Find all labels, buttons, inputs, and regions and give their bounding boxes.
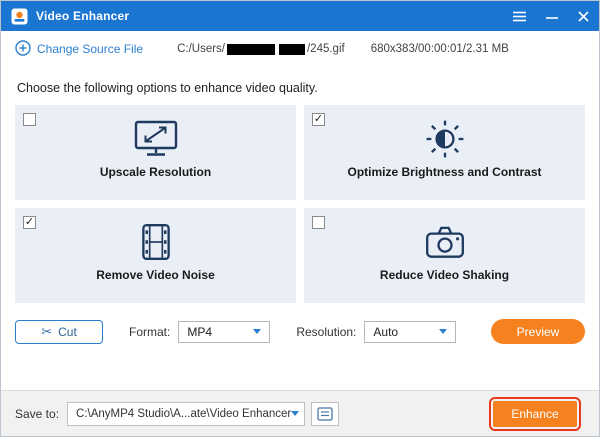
instruction-text: Choose the following options to enhance … — [17, 81, 318, 95]
video-enhancer-window: Video Enhancer Change Source File C:/Use… — [0, 0, 600, 437]
change-source-file-button[interactable]: Change Source File — [15, 39, 144, 59]
change-source-file-label: Change Source File — [37, 42, 144, 56]
cut-button[interactable]: ✂ Cut — [15, 319, 103, 344]
source-bar: Change Source File C:/Users/ /245.gif 68… — [1, 31, 599, 67]
checkbox-upscale-resolution[interactable] — [23, 113, 36, 126]
redacted-text-block — [226, 43, 275, 55]
option-card-upscale-resolution[interactable]: Upscale Resolution — [15, 105, 296, 200]
footer-bar: Save to: C:\AnyMP4 Studio\A...ate\Video … — [1, 390, 599, 436]
option-card-optimize-brightness[interactable]: Optimize Brightness and Contrast — [304, 105, 585, 200]
controls-row: ✂ Cut Format: MP4 Resolution: Auto Previ… — [15, 319, 585, 344]
chevron-down-icon — [291, 411, 300, 416]
titlebar-buttons — [513, 10, 589, 22]
checkbox-optimize-brightness[interactable] — [312, 113, 325, 126]
save-path-value: C:\AnyMP4 Studio\A...ate\Video Enhancer — [76, 407, 292, 420]
enhance-button[interactable]: Enhance — [489, 396, 581, 431]
window-title: Video Enhancer — [36, 9, 130, 23]
resolution-dropdown[interactable]: Auto — [364, 320, 457, 343]
options-grid: Upscale Resolution Optimize Bright — [15, 105, 585, 303]
option-label: Reduce Video Shaking — [379, 268, 510, 282]
chevron-down-icon — [253, 329, 262, 334]
notepad-icon — [317, 406, 333, 421]
cut-label: Cut — [58, 324, 77, 339]
option-card-reduce-shaking[interactable]: Reduce Video Shaking — [304, 208, 585, 303]
save-path-dropdown[interactable]: C:\AnyMP4 Studio\A...ate\Video Enhancer — [67, 401, 306, 426]
option-label: Remove Video Noise — [96, 268, 215, 282]
checkbox-remove-noise[interactable] — [23, 216, 36, 229]
option-label: Upscale Resolution — [99, 165, 212, 179]
format-dropdown[interactable]: MP4 — [178, 320, 271, 343]
plus-circle-icon — [15, 39, 31, 59]
resolution-value: Auto — [373, 324, 399, 339]
sun-brightness-icon — [424, 117, 466, 161]
chevron-down-icon — [439, 329, 448, 334]
option-card-remove-noise[interactable]: Remove Video Noise — [15, 208, 296, 303]
preview-button[interactable]: Preview — [491, 319, 585, 344]
scissors-icon: ✂ — [41, 323, 53, 339]
file-path: C:/Users/ /245.gif — [177, 43, 345, 55]
checkbox-reduce-shaking[interactable] — [312, 216, 325, 229]
format-value: MP4 — [187, 324, 213, 339]
redacted-text-block — [278, 43, 305, 55]
menu-icon[interactable] — [513, 11, 526, 22]
minimize-button[interactable] — [546, 10, 558, 22]
camera-icon — [423, 220, 467, 264]
app-logo-icon — [11, 8, 28, 25]
resolution-label: Resolution: — [296, 324, 357, 339]
option-label: Optimize Brightness and Contrast — [347, 165, 542, 179]
titlebar: Video Enhancer — [1, 1, 599, 31]
browse-folder-button[interactable] — [311, 401, 340, 426]
monitor-upscale-icon — [133, 117, 179, 161]
close-button[interactable] — [578, 10, 589, 22]
file-info: 680x383/00:00:01/2.31 MB — [370, 43, 509, 55]
format-label: Format: — [129, 324, 171, 339]
filmstrip-icon — [137, 220, 175, 264]
save-to-label: Save to: — [15, 406, 60, 421]
